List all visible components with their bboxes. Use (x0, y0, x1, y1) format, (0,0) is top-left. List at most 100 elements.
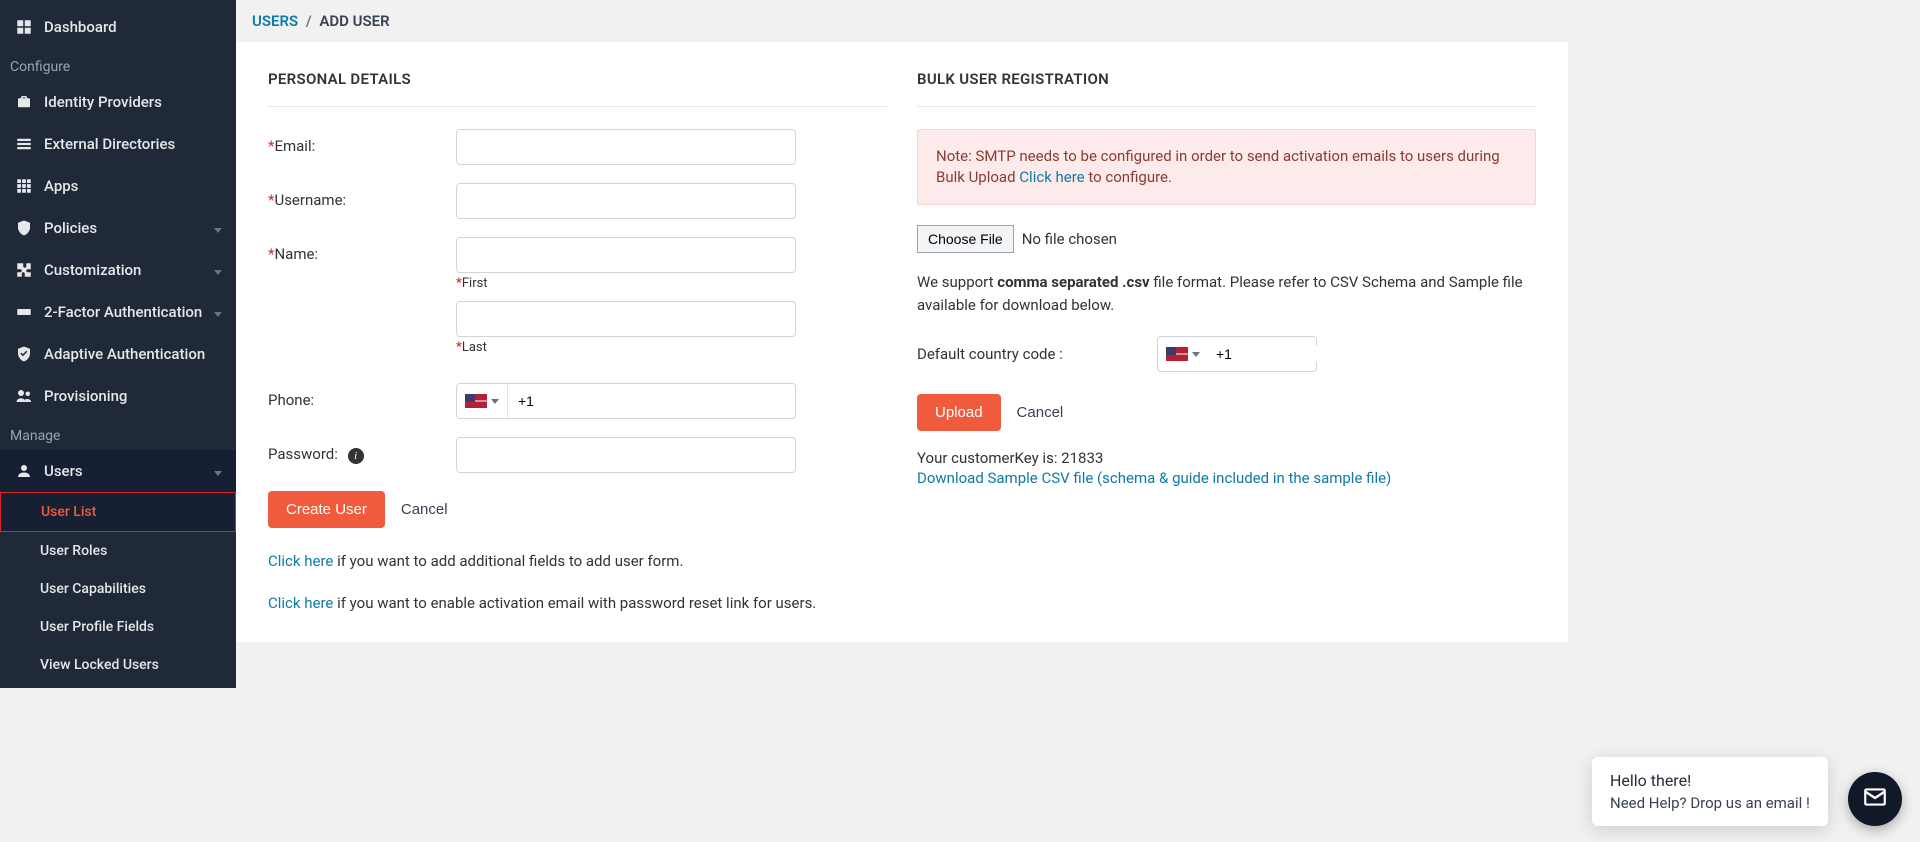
main-content: USERS / ADD USER PERSONAL DETAILS *Email… (236, 0, 1568, 688)
us-flag-icon (465, 394, 487, 408)
mail-icon (1862, 784, 1888, 814)
breadcrumb-current: ADD USER (319, 12, 389, 30)
grid-icon (14, 176, 34, 196)
sidebar-label: Customization (44, 261, 141, 279)
sidebar-label: Users (44, 462, 83, 480)
last-name-input[interactable] (456, 301, 796, 337)
sidebar-label: User List (41, 504, 96, 520)
sidebar-section-manage: Manage (0, 417, 236, 450)
phone-label: Phone: (268, 383, 456, 409)
sidebar-label: Identity Providers (44, 93, 162, 111)
sidebar-sub-user-list[interactable]: User List (0, 492, 236, 532)
personal-details-heading: PERSONAL DETAILS (268, 70, 887, 88)
users-icon (14, 386, 34, 406)
password-label: Password: i (268, 437, 456, 464)
info-icon[interactable]: i (348, 448, 364, 464)
create-user-button[interactable]: Create User (268, 491, 385, 528)
activation-email-link[interactable]: Click here (268, 594, 333, 612)
add-fields-link[interactable]: Click here (268, 552, 333, 570)
email-label: *Email: (268, 129, 456, 155)
bulk-cancel-button[interactable]: Cancel (1017, 404, 1064, 421)
sidebar-sub-user-roles[interactable]: User Roles (0, 532, 236, 570)
bulk-country-selector[interactable] (1158, 347, 1208, 361)
chat-greeting: Hello there! (1610, 771, 1810, 790)
password-input[interactable] (456, 437, 796, 473)
chat-help-text: Need Help? Drop us an email ! (1610, 794, 1810, 812)
sidebar-sub-view-locked-users[interactable]: View Locked Users (0, 646, 236, 684)
briefcase-icon (14, 92, 34, 112)
sidebar-item-apps[interactable]: Apps (0, 165, 236, 207)
caret-down-icon (491, 399, 499, 404)
sidebar-item-2fa[interactable]: 2-Factor Authentication (0, 291, 236, 333)
sidebar-section-configure: Configure (0, 48, 236, 81)
password-icon (14, 302, 34, 322)
sidebar-label: User Roles (40, 543, 107, 559)
sidebar-item-users[interactable]: Users (0, 450, 236, 492)
sidebar-item-provisioning[interactable]: Provisioning (0, 375, 236, 417)
csv-support-text: We support comma separated .csv file for… (917, 271, 1536, 316)
first-sublabel: *First (456, 276, 796, 291)
smtp-alert: Note: SMTP needs to be configured in ord… (917, 129, 1536, 205)
caret-down-icon (1192, 352, 1200, 357)
sidebar-label: Dashboard (44, 18, 117, 36)
list-icon (14, 134, 34, 154)
file-status: No file chosen (1022, 230, 1117, 248)
divider (917, 106, 1536, 107)
breadcrumb: USERS / ADD USER (236, 0, 1568, 42)
add-fields-hint: Click here if you want to add additional… (268, 552, 887, 570)
sidebar: Dashboard Configure Identity Providers E… (0, 0, 236, 688)
chevron-down-icon (214, 261, 222, 279)
breadcrumb-separator: / (306, 12, 312, 30)
email-input[interactable] (456, 129, 796, 165)
sidebar-sub-user-capabilities[interactable]: User Capabilities (0, 570, 236, 608)
sidebar-sub-user-profile-fields[interactable]: User Profile Fields (0, 608, 236, 646)
chat-fab-button[interactable] (1848, 772, 1902, 826)
personal-details-section: PERSONAL DETAILS *Email: *Username: *Nam… (268, 70, 887, 612)
sidebar-label: User Profile Fields (40, 619, 154, 635)
download-sample-csv-link[interactable]: Download Sample CSV file (schema & guide… (917, 469, 1536, 487)
bulk-registration-section: BULK USER REGISTRATION Note: SMTP needs … (917, 70, 1536, 612)
username-input[interactable] (456, 183, 796, 219)
puzzle-icon (14, 260, 34, 280)
shield-icon (14, 218, 34, 238)
cancel-button[interactable]: Cancel (401, 501, 448, 518)
chat-popup: Hello there! Need Help? Drop us an email… (1592, 757, 1828, 826)
customer-key: Your customerKey is: 21833 (917, 449, 1536, 467)
sidebar-label: User Capabilities (40, 581, 146, 597)
sidebar-item-external-directories[interactable]: External Directories (0, 123, 236, 165)
phone-country-selector[interactable] (457, 384, 508, 418)
sidebar-item-dashboard[interactable]: Dashboard (0, 6, 236, 48)
sidebar-item-customization[interactable]: Customization (0, 249, 236, 291)
sidebar-label: External Directories (44, 135, 175, 153)
divider (268, 106, 887, 107)
sidebar-label: View Locked Users (40, 657, 159, 673)
last-sublabel: *Last (456, 340, 796, 355)
bulk-country-code-input[interactable] (1208, 346, 1405, 362)
first-name-input[interactable] (456, 237, 796, 273)
default-country-code-label: Default country code : (917, 345, 1157, 363)
activation-email-hint: Click here if you want to enable activat… (268, 594, 887, 612)
shield-check-icon (14, 344, 34, 364)
chevron-down-icon (214, 303, 222, 321)
bulk-registration-heading: BULK USER REGISTRATION (917, 70, 1536, 88)
chevron-down-icon (214, 462, 222, 480)
sidebar-label: Apps (44, 177, 78, 195)
us-flag-icon (1166, 347, 1188, 361)
sidebar-item-adaptive-auth[interactable]: Adaptive Authentication (0, 333, 236, 375)
sidebar-item-policies[interactable]: Policies (0, 207, 236, 249)
chevron-down-icon (214, 219, 222, 237)
upload-button[interactable]: Upload (917, 394, 1001, 431)
sidebar-label: Policies (44, 219, 97, 237)
sidebar-label: Provisioning (44, 387, 127, 405)
choose-file-button[interactable]: Choose File (917, 225, 1014, 253)
name-label: *Name: (268, 237, 456, 263)
sidebar-item-identity-providers[interactable]: Identity Providers (0, 81, 236, 123)
dashboard-icon (14, 17, 34, 37)
user-icon (14, 461, 34, 481)
phone-input[interactable] (508, 384, 795, 418)
username-label: *Username: (268, 183, 456, 209)
sidebar-label: Adaptive Authentication (44, 345, 205, 363)
sidebar-label: 2-Factor Authentication (44, 303, 202, 321)
breadcrumb-users-link[interactable]: USERS (252, 12, 298, 30)
smtp-configure-link[interactable]: Click here (1019, 168, 1084, 186)
